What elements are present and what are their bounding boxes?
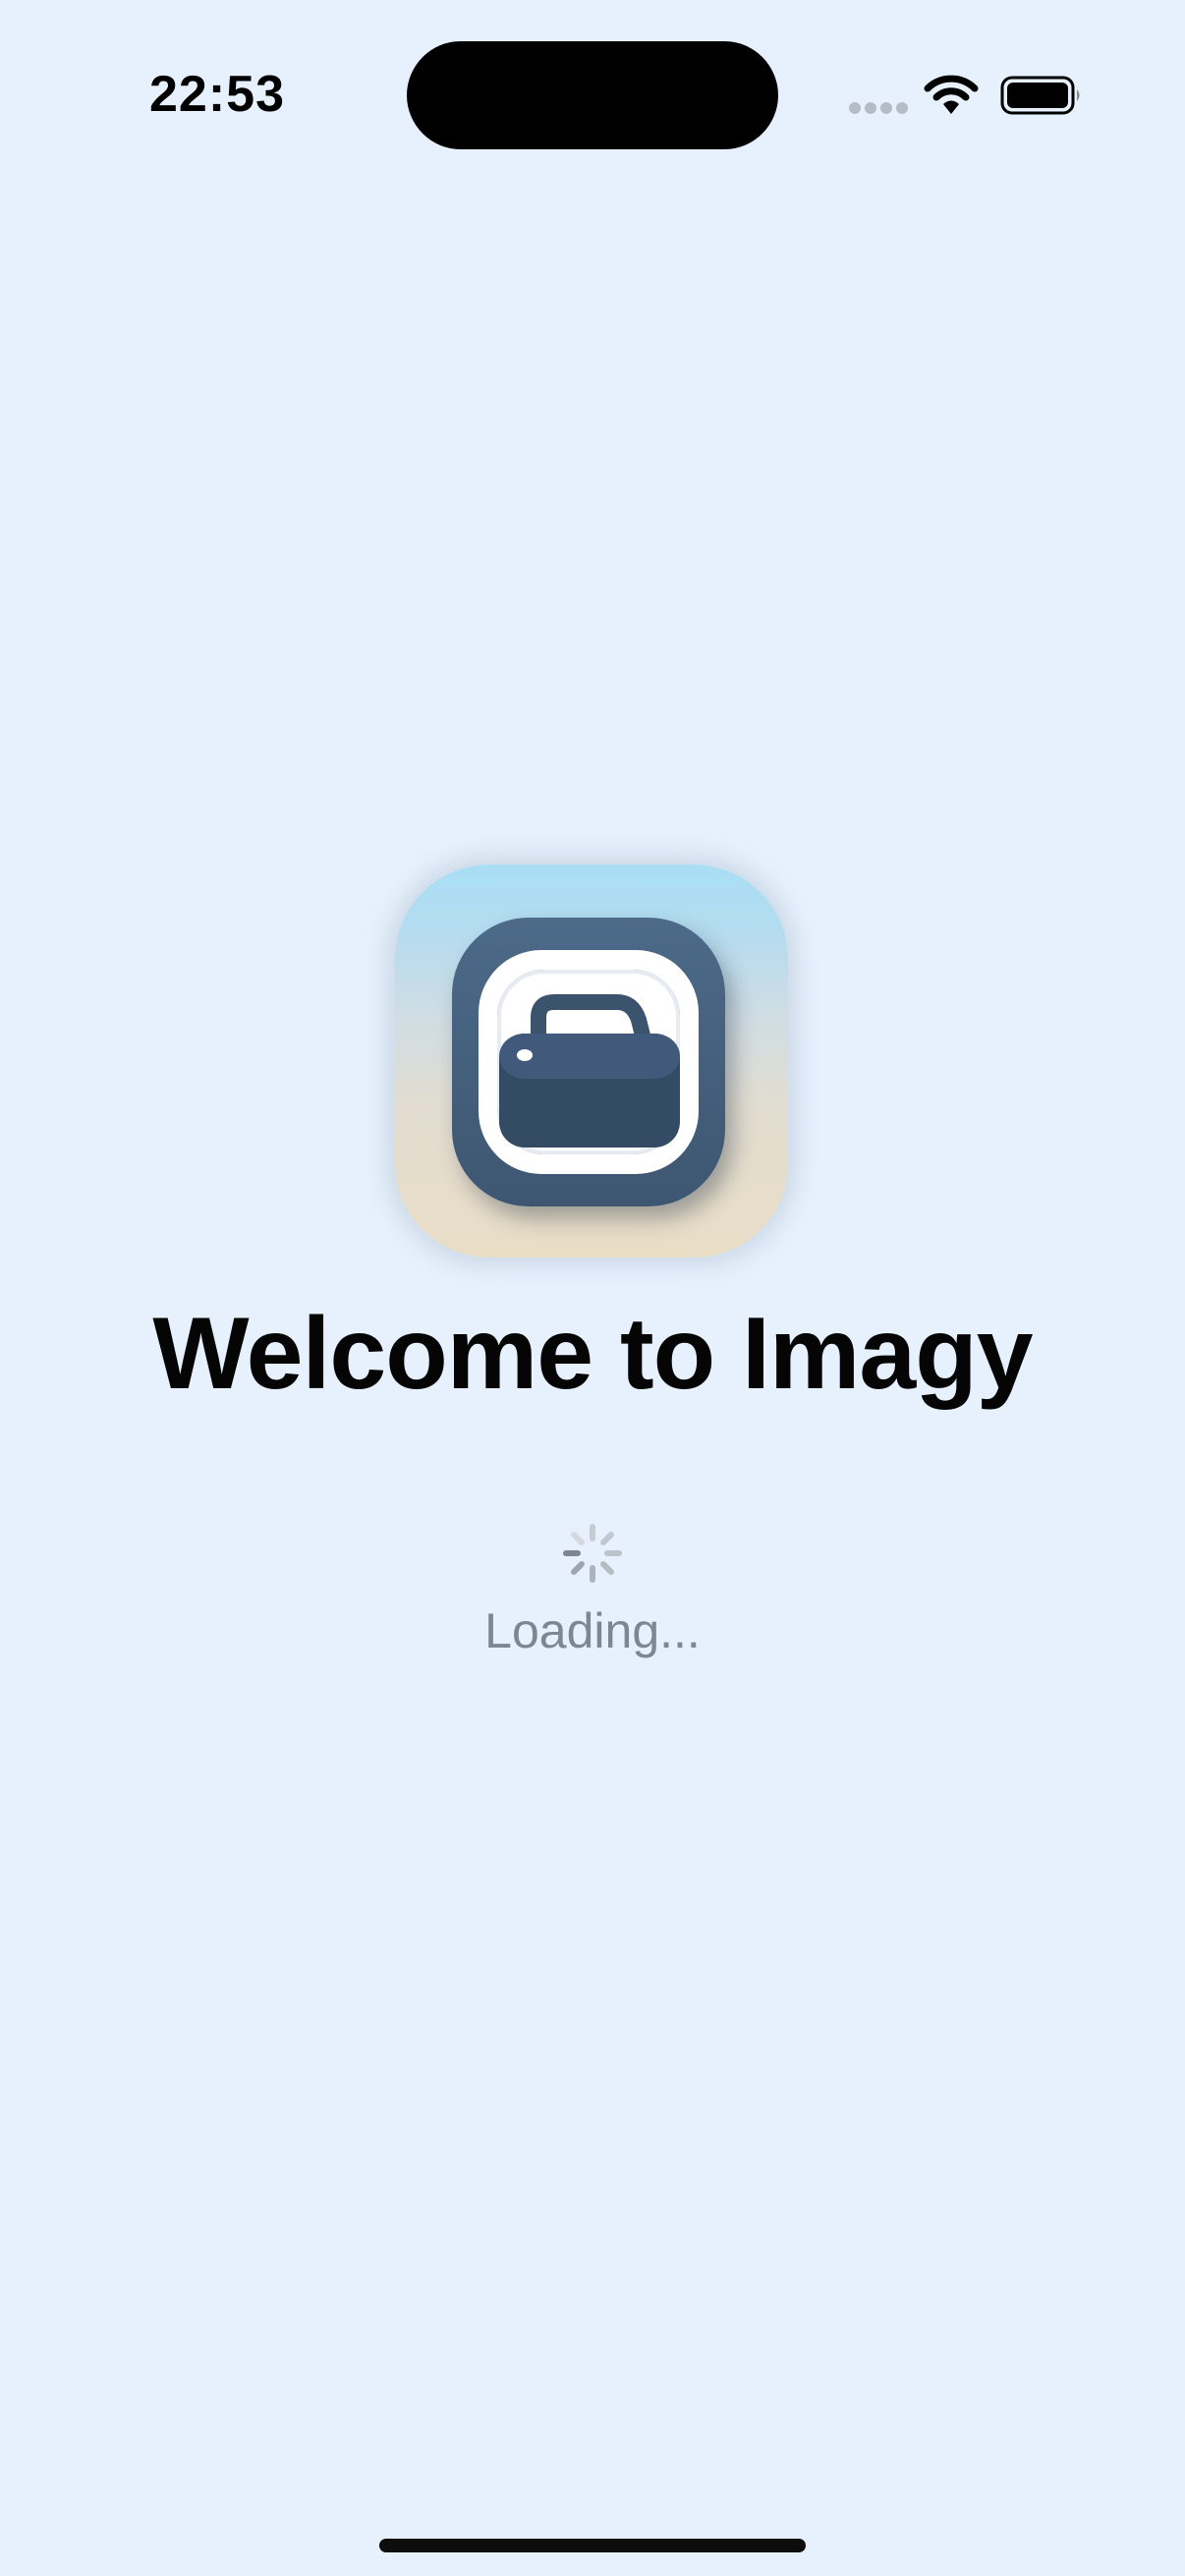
status-bar: 22:53 — [0, 0, 1185, 196]
spinner-icon — [563, 1524, 622, 1583]
battery-icon — [1000, 76, 1080, 115]
status-time: 22:53 — [149, 66, 285, 123]
home-indicator[interactable] — [379, 2539, 806, 2552]
signal-dots-icon — [849, 102, 908, 116]
wifi-icon — [924, 75, 979, 114]
app-icon — [395, 865, 788, 1258]
loading-text: Loading... — [484, 1603, 701, 1658]
briefcase-app-icon — [452, 918, 725, 1206]
dynamic-island — [407, 41, 778, 149]
welcome-title: Welcome to Imagy — [152, 1297, 1033, 1411]
